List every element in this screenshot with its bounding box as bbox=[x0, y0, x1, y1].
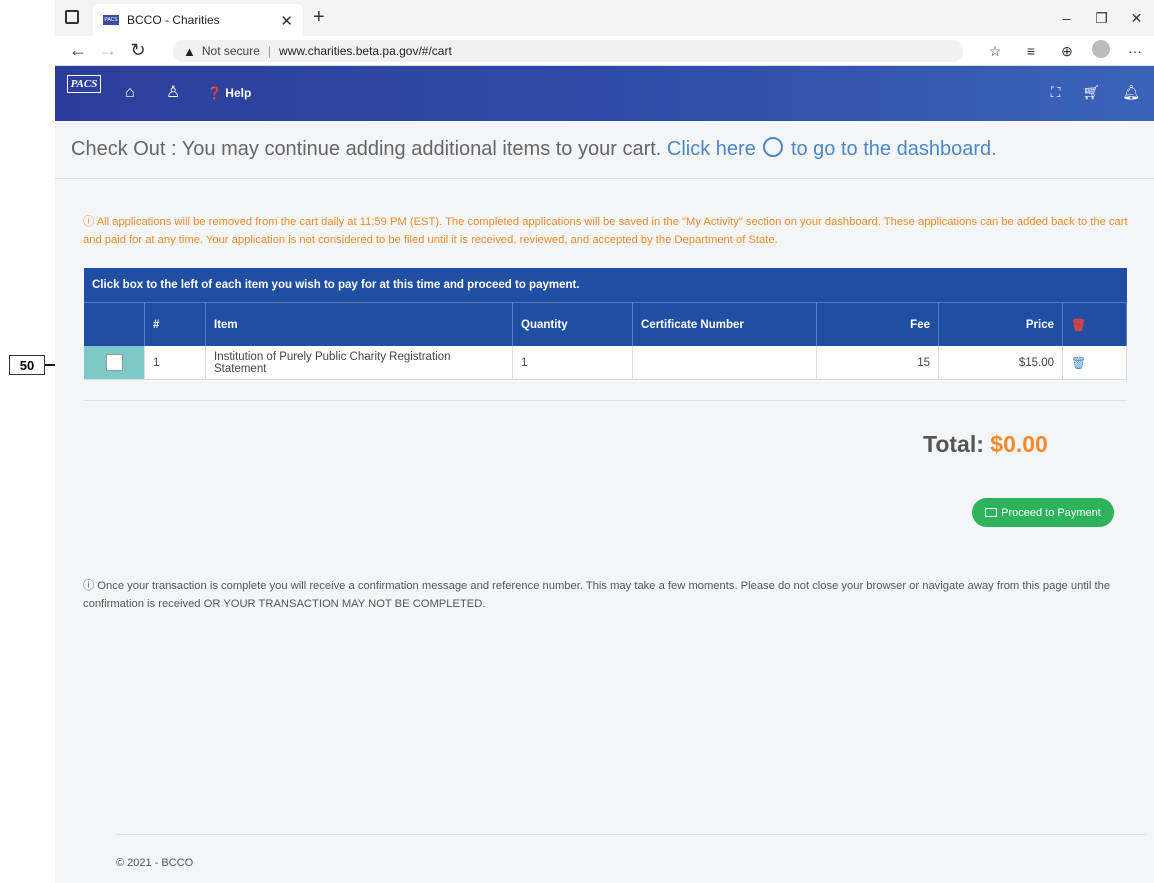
header-quantity: Quantity bbox=[513, 303, 633, 346]
info-icon: ⓘ bbox=[83, 216, 97, 228]
confirmation-notice: ⓘ Once your transaction is complete you … bbox=[83, 577, 1133, 613]
restore-icon[interactable]: ❐ bbox=[1084, 0, 1119, 36]
trash-icon[interactable]: 🗑︎ bbox=[1071, 318, 1086, 332]
dashboard-link[interactable]: Click here to go to the dashboard. bbox=[666, 137, 997, 160]
clock-icon bbox=[763, 137, 784, 157]
window-controls: – ❐ ✕ bbox=[1049, 0, 1154, 36]
more-icon[interactable]: ··· bbox=[1124, 40, 1146, 62]
tab-title: BCCO - Charities bbox=[127, 13, 220, 27]
tab-actions-icon[interactable] bbox=[65, 10, 79, 24]
navbar-right: ⛶ 🛒︎ 🔔︎ bbox=[1051, 84, 1140, 101]
row-checkbox-cell bbox=[84, 346, 145, 379]
url-separator: | bbox=[267, 44, 272, 58]
page-title: Check Out : You may continue adding addi… bbox=[55, 121, 1154, 179]
add-favorite-icon[interactable]: ☆ bbox=[984, 40, 1006, 62]
proceed-to-payment-button[interactable]: Proceed to Payment bbox=[972, 498, 1114, 527]
cart-notice: ⓘ All applications will be removed from … bbox=[83, 213, 1133, 249]
binoculars-icon[interactable]: ⛶ bbox=[1051, 84, 1061, 101]
info-icon: ⓘ bbox=[83, 580, 98, 592]
row-checkbox[interactable] bbox=[105, 354, 123, 371]
annotation-label: 50 bbox=[9, 355, 45, 375]
header-certificate: Certificate Number bbox=[633, 303, 817, 346]
footer: © 2021 - BCCO bbox=[116, 857, 194, 869]
heading-prefix: Check Out : You may continue adding addi… bbox=[71, 138, 667, 160]
row-quantity: 1 bbox=[513, 346, 633, 379]
close-window-icon[interactable]: ✕ bbox=[1119, 0, 1154, 36]
app-navbar: PACS ⌂ ♙ ❓ Help ⛶ 🛒︎ 🔔︎ bbox=[55, 66, 1154, 121]
table-header: # Item Quantity Certificate Number Fee P… bbox=[84, 302, 1127, 346]
annotation-margin: 50 bbox=[0, 0, 109, 883]
bell-icon[interactable]: 🔔︎ bbox=[1122, 84, 1140, 101]
close-tab-icon[interactable]: ✕ bbox=[280, 12, 293, 30]
browser-tab[interactable]: PACS BCCO - Charities ✕ bbox=[93, 4, 303, 36]
home-icon[interactable]: ⌂ bbox=[125, 84, 135, 102]
cart-icon[interactable]: 🛒︎ bbox=[1082, 84, 1100, 101]
favorites-icon[interactable]: ≡ bbox=[1020, 40, 1042, 62]
divider bbox=[84, 400, 1127, 401]
row-price: $15.00 bbox=[939, 346, 1063, 379]
new-tab-icon[interactable]: + bbox=[313, 6, 325, 29]
confirmation-text: Once your transaction is complete you wi… bbox=[83, 580, 1111, 610]
back-icon[interactable]: ← bbox=[63, 40, 93, 61]
help-icon: ❓ bbox=[207, 86, 222, 100]
row-certificate bbox=[633, 346, 817, 379]
trash-icon[interactable]: 🗑︎ bbox=[1071, 356, 1086, 370]
browser-toolbar: ☆ ≡ ⊕ ··· bbox=[984, 40, 1146, 62]
profile-icon[interactable] bbox=[1092, 40, 1110, 58]
collections-icon[interactable]: ⊕ bbox=[1056, 40, 1078, 62]
user-icon[interactable]: ♙ bbox=[166, 82, 180, 102]
row-num: 1 bbox=[145, 346, 206, 379]
row-item: Institution of Purely Public Charity Reg… bbox=[206, 346, 513, 379]
minimize-icon[interactable]: – bbox=[1049, 0, 1084, 36]
proceed-to-payment-label: Proceed to Payment bbox=[1001, 506, 1101, 519]
footer-divider bbox=[116, 834, 1146, 835]
refresh-icon[interactable]: ↻ bbox=[123, 40, 153, 61]
tab-bar: PACS BCCO - Charities ✕ + – ❐ ✕ bbox=[55, 0, 1154, 36]
cart-table: Click box to the left of each item you w… bbox=[84, 268, 1127, 380]
cart-total: Total: $0.00 bbox=[923, 431, 1048, 458]
help-link[interactable]: ❓ Help bbox=[207, 86, 251, 100]
header-item: Item bbox=[206, 303, 513, 346]
favicon-icon: PACS bbox=[103, 15, 119, 25]
main-content: Check Out : You may continue adding addi… bbox=[55, 121, 1154, 883]
header-num: # bbox=[145, 303, 206, 346]
row-delete-cell: 🗑︎ bbox=[1063, 346, 1127, 379]
url-text: www.charities.beta.pa.gov/#/cart bbox=[279, 44, 452, 58]
total-amount: $0.00 bbox=[990, 431, 1048, 457]
dashboard-link-suffix: to go to the dashboard. bbox=[785, 138, 997, 160]
address-bar-row: ← → ↻ ▲ Not secure | www.charities.beta.… bbox=[55, 36, 1154, 66]
card-icon bbox=[985, 508, 998, 517]
header-fee: Fee bbox=[817, 303, 939, 346]
header-delete: 🗑︎ bbox=[1063, 303, 1127, 346]
header-checkbox-col bbox=[84, 303, 145, 346]
help-label: Help bbox=[225, 86, 252, 100]
table-row: 1 Institution of Purely Public Charity R… bbox=[84, 346, 1127, 380]
header-price: Price bbox=[939, 303, 1063, 346]
warning-icon: ▲ bbox=[183, 43, 196, 59]
pacs-logo[interactable]: PACS bbox=[67, 75, 101, 93]
row-fee: 15 bbox=[817, 346, 939, 379]
security-label: Not secure bbox=[201, 44, 260, 58]
notice-text: All applications will be removed from th… bbox=[83, 216, 1128, 246]
table-title: Click box to the left of each item you w… bbox=[84, 268, 1127, 302]
url-field[interactable]: ▲ Not secure | www.charities.beta.pa.gov… bbox=[173, 40, 963, 62]
browser-window: PACS BCCO - Charities ✕ + – ❐ ✕ ← → ↻ ▲ … bbox=[55, 0, 1154, 883]
total-label: Total: bbox=[923, 431, 991, 457]
forward-icon[interactable]: → bbox=[93, 40, 123, 61]
dashboard-link-label: Click here bbox=[666, 138, 756, 160]
